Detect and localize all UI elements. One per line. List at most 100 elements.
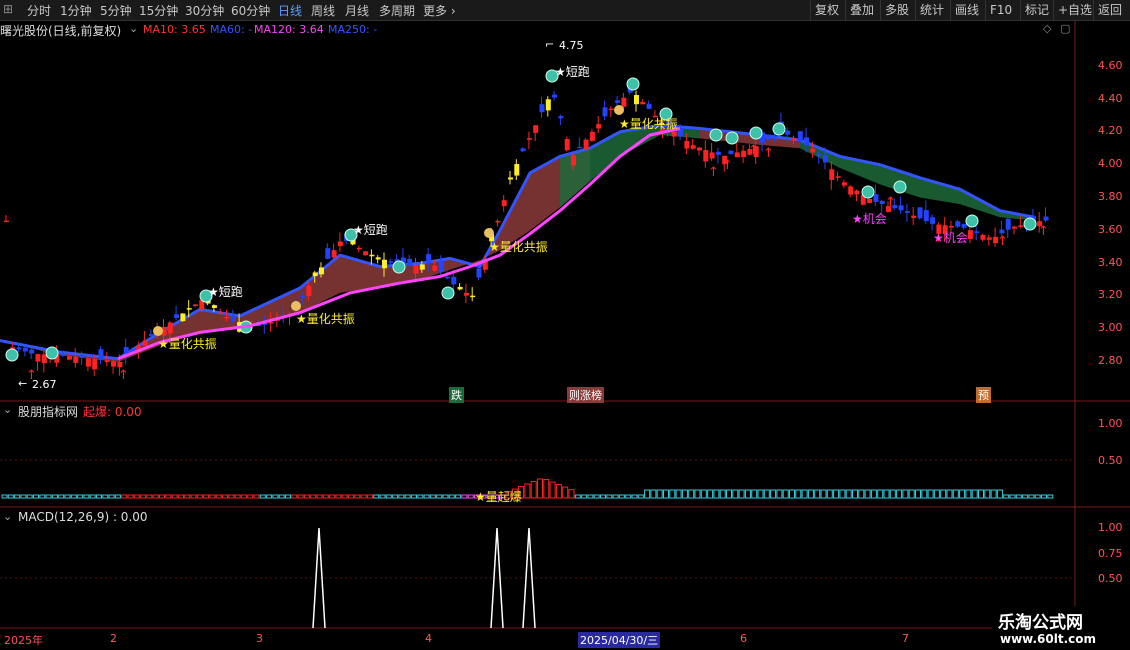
panel2-bar bbox=[392, 494, 399, 499]
panel2-bar bbox=[259, 494, 266, 499]
panel2-bar bbox=[1022, 494, 1029, 499]
panel2-bar bbox=[870, 489, 877, 499]
candle-body bbox=[463, 292, 469, 296]
candle-body bbox=[823, 154, 828, 163]
period-tab-weekly[interactable]: 周线 bbox=[311, 2, 335, 19]
candle-body bbox=[734, 152, 740, 158]
candle-body bbox=[766, 134, 772, 140]
money-bag-icon bbox=[614, 105, 624, 115]
back-button[interactable]: 返回 bbox=[1093, 0, 1126, 20]
candle-body bbox=[495, 220, 501, 223]
f10-button[interactable]: F10 bbox=[985, 0, 1016, 20]
panel2-bar bbox=[165, 494, 172, 499]
period-tab-fenshi[interactable]: 分时 bbox=[27, 2, 51, 19]
candle-body bbox=[325, 248, 331, 259]
panel2-bar bbox=[203, 494, 210, 499]
panel2-bar bbox=[423, 494, 430, 499]
panel2-settings-icon[interactable]: ⌄ bbox=[3, 403, 12, 416]
period-tab-60min[interactable]: 60分钟 bbox=[231, 2, 270, 19]
date-label: 7 bbox=[902, 632, 909, 645]
candle-body bbox=[608, 108, 614, 111]
panel2-bar bbox=[726, 489, 732, 499]
signal-circle-icon bbox=[772, 122, 786, 136]
candle-body bbox=[835, 176, 841, 178]
watermark-url: www.60lt.com bbox=[1000, 632, 1097, 646]
up-arrow-icon: ↑ bbox=[118, 368, 129, 383]
period-tab-more[interactable]: 更多 › bbox=[423, 2, 456, 19]
candle-body bbox=[539, 104, 545, 113]
panel2-bar bbox=[612, 494, 619, 499]
panel2-bar bbox=[1, 494, 8, 499]
ma-settings-icon[interactable]: ⌄ bbox=[129, 22, 138, 35]
candle-body bbox=[967, 230, 973, 239]
panel2-bar bbox=[190, 494, 197, 499]
candle-body bbox=[526, 138, 532, 140]
diamond-icon[interactable]: ◇ bbox=[1043, 22, 1051, 35]
chart-area[interactable]: ↑ ↑ ↑ ↑ ↑ ↑ ↑ ↑ ↑ ↑ 曙光股份(日线,前复权) ⌄ MA10: 3.65 MA6… bbox=[0, 21, 1130, 650]
high-price-label: 4.75 bbox=[559, 39, 584, 52]
mark-button[interactable]: 标记 bbox=[1020, 0, 1053, 20]
toolbar-menu-icon[interactable]: ⊞ bbox=[3, 2, 13, 16]
panel2-bar bbox=[7, 494, 14, 499]
panel2-bar bbox=[625, 494, 632, 499]
candle-body bbox=[911, 215, 917, 219]
candle-body bbox=[174, 314, 180, 318]
panel2-title: 股朋指标网 bbox=[18, 405, 79, 419]
candle-body bbox=[501, 200, 507, 207]
tag-zhangbang: 则涨榜 bbox=[567, 387, 604, 403]
panel2-bar bbox=[707, 489, 714, 499]
panel2-bar bbox=[89, 494, 96, 499]
candle-body bbox=[879, 200, 885, 205]
overlay-button[interactable]: 叠加 bbox=[845, 0, 878, 20]
panel2-bar bbox=[366, 494, 373, 499]
panel2-bar bbox=[1015, 494, 1022, 499]
panel2-bar bbox=[448, 494, 455, 499]
candle-body bbox=[602, 107, 608, 117]
signal-circle-icon bbox=[725, 131, 739, 145]
candle-body bbox=[142, 340, 148, 346]
panel2-bar bbox=[58, 494, 65, 499]
draw-line-button[interactable]: 画线 bbox=[950, 0, 983, 20]
period-tab-30min[interactable]: 30分钟 bbox=[185, 2, 224, 19]
period-tab-daily[interactable]: 日线 bbox=[278, 2, 302, 19]
period-tab-monthly[interactable]: 月线 bbox=[345, 2, 369, 19]
panel2-bar bbox=[763, 489, 770, 499]
window-icon[interactable]: ▢ bbox=[1060, 22, 1070, 35]
period-tab-5min[interactable]: 5分钟 bbox=[100, 2, 132, 19]
candle-body bbox=[16, 347, 22, 350]
panel2-bar bbox=[562, 486, 569, 499]
panel2-bar bbox=[1003, 494, 1010, 499]
candle-body bbox=[621, 97, 627, 107]
panel2-bar bbox=[70, 494, 77, 499]
panel2-bar bbox=[291, 494, 298, 499]
multi-stock-button[interactable]: 多股 bbox=[880, 0, 913, 20]
period-tab-multi[interactable]: 多周期 bbox=[379, 2, 415, 19]
candle-body bbox=[904, 211, 910, 213]
fuquan-button[interactable]: 复权 bbox=[810, 0, 843, 20]
panel2-bar bbox=[549, 481, 556, 499]
panel2-bar bbox=[329, 494, 336, 499]
panel2-bar bbox=[971, 489, 978, 499]
add-watchlist-button[interactable]: +自选 bbox=[1053, 0, 1096, 20]
low-marker-icon: ← bbox=[18, 377, 28, 390]
panel2-bar bbox=[990, 489, 997, 499]
period-tab-15min[interactable]: 15分钟 bbox=[139, 2, 178, 19]
panel2-bar bbox=[593, 494, 600, 499]
annotation-jihui: ★机会 bbox=[933, 231, 968, 245]
signal-circle-icon bbox=[626, 77, 640, 91]
date-label: 6 bbox=[740, 632, 747, 645]
panel2-bar bbox=[1009, 494, 1016, 499]
stats-button[interactable]: 统计 bbox=[915, 0, 948, 20]
period-tab-1min[interactable]: 1分钟 bbox=[60, 2, 92, 19]
panel2-bar bbox=[348, 494, 354, 499]
panel2-bar bbox=[669, 489, 676, 499]
candle-body bbox=[369, 254, 375, 257]
panel2-bar bbox=[921, 489, 928, 499]
band-green bbox=[560, 125, 700, 208]
panel2-bar bbox=[1047, 494, 1054, 499]
panel2-bar bbox=[530, 481, 537, 499]
panel2-bar bbox=[360, 494, 367, 499]
panel2-bar bbox=[581, 494, 588, 499]
panel3-settings-icon[interactable]: ⌄ bbox=[3, 510, 12, 523]
panel2-bar bbox=[64, 494, 71, 499]
